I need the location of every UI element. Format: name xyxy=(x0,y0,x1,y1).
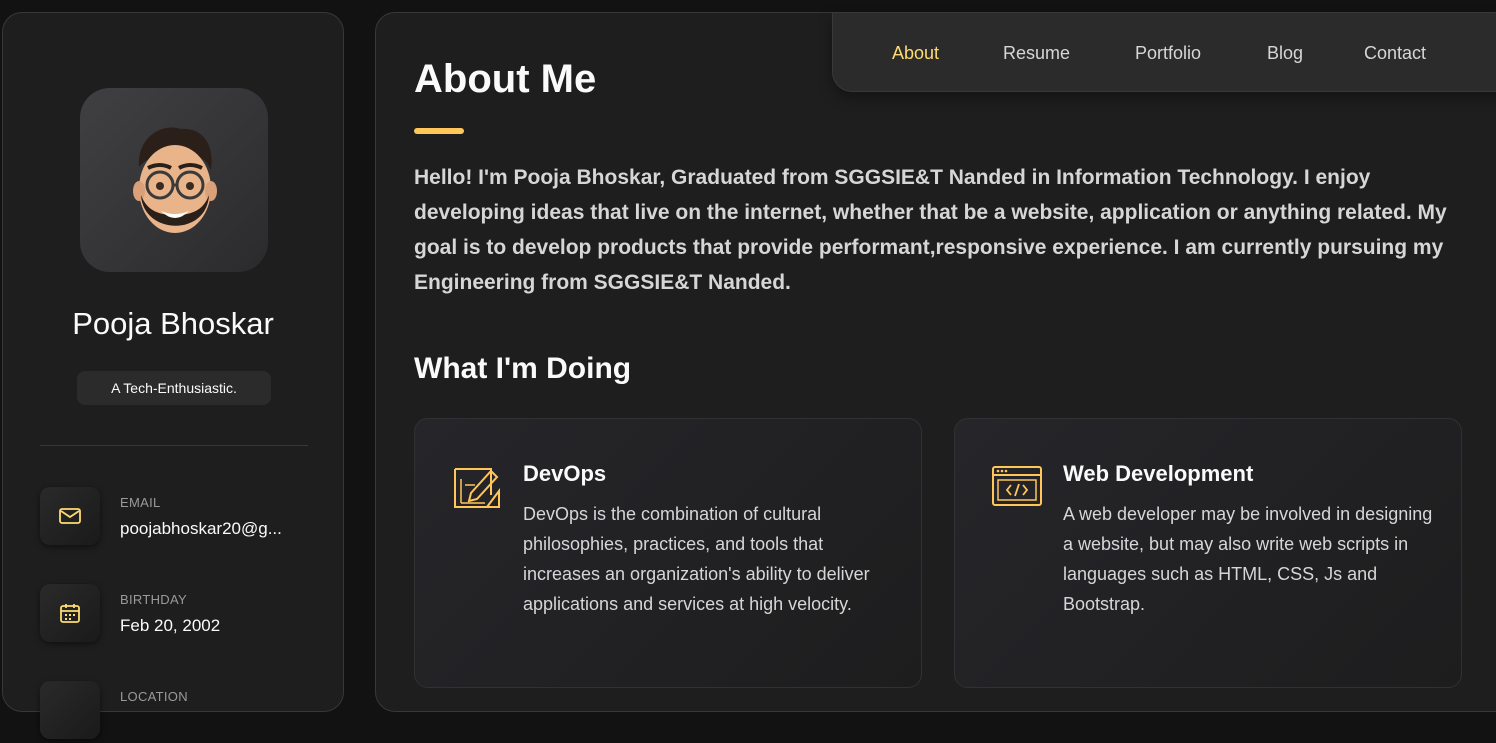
sidebar: Pooja Bhoskar A Tech-Enthusiastic. EMAIL… xyxy=(2,12,344,739)
contact-email: EMAIL poojabhoskar20@g... xyxy=(40,487,330,549)
nav-blog[interactable]: Blog xyxy=(1267,43,1303,64)
about-text: Hello! I'm Pooja Bhoskar, Graduated from… xyxy=(414,166,1447,294)
contact-location: LOCATION xyxy=(40,681,330,743)
design-tools-icon xyxy=(451,461,503,513)
avatar xyxy=(80,88,268,272)
code-window-icon xyxy=(991,461,1043,513)
sidebar-separator xyxy=(40,445,308,446)
service-text-web-development: A web developer may be involved in desig… xyxy=(1063,504,1433,614)
nav-portfolio[interactable]: Portfolio xyxy=(1135,43,1201,64)
mail-icon xyxy=(40,487,100,545)
contact-location-label: LOCATION xyxy=(120,689,188,704)
nav-contact[interactable]: Contact xyxy=(1364,43,1426,64)
service-title-web-development: Web Development xyxy=(1063,461,1254,486)
navbar: About Resume Portfolio Blog Contact xyxy=(832,12,1496,92)
service-text-devops: DevOps is the combination of cultural ph… xyxy=(523,504,870,614)
profile-name: Pooja Bhoskar xyxy=(72,306,274,341)
calendar-icon xyxy=(40,584,100,642)
services-title: What I'm Doing xyxy=(414,352,632,385)
nav-about[interactable]: About xyxy=(892,43,939,64)
contact-birthday-value: Feb 20, 2002 xyxy=(120,616,221,635)
contact-birthday: BIRTHDAY Feb 20, 2002 xyxy=(40,584,330,646)
service-title-devops: DevOps xyxy=(523,461,607,486)
location-icon xyxy=(40,681,100,739)
contact-email-link[interactable]: poojabhoskar20@g... xyxy=(120,519,282,539)
service-card-devops: DevOps DevOps is the combination of cult… xyxy=(414,418,922,688)
contact-birthday-label: BIRTHDAY xyxy=(120,592,187,607)
service-card-web-development: Web Development A web developer may be i… xyxy=(954,418,1462,688)
profile-title-badge: A Tech-Enthusiastic. xyxy=(77,371,271,405)
avatar-memoji-icon xyxy=(133,127,217,233)
page-title: About Me xyxy=(414,57,597,101)
contact-email-label: EMAIL xyxy=(120,495,161,510)
nav-resume[interactable]: Resume xyxy=(1003,43,1070,64)
title-underline xyxy=(414,128,464,134)
